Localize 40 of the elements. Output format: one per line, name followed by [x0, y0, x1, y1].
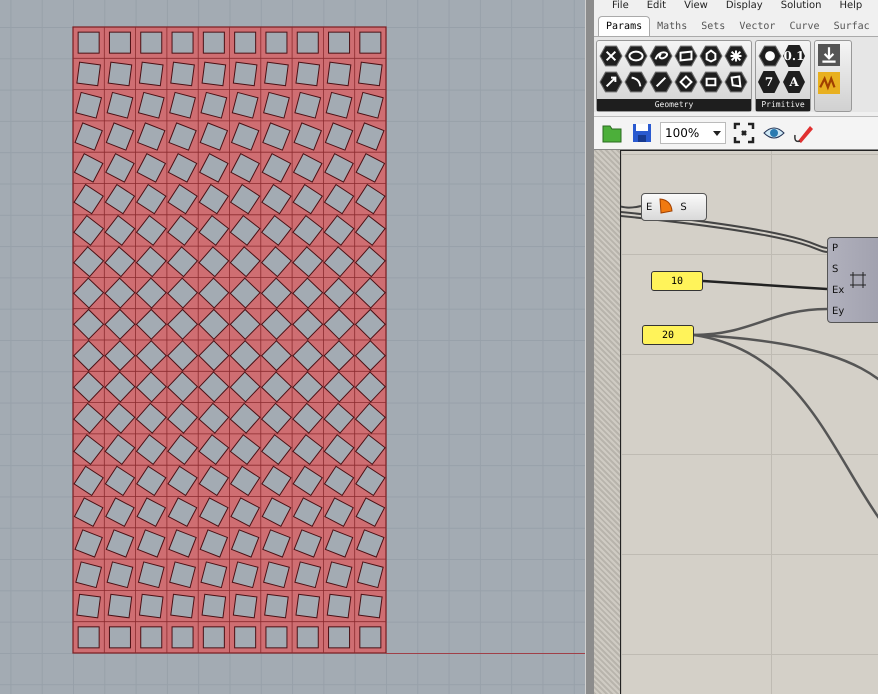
component-node[interactable]: P S Ex Ey — [827, 237, 878, 323]
panel-title: Primitive — [756, 99, 810, 111]
input-port[interactable]: Ey — [832, 306, 844, 317]
line-icon[interactable] — [649, 71, 673, 93]
number-node[interactable]: 20 — [642, 325, 694, 345]
input-port[interactable]: P — [832, 243, 844, 254]
tab[interactable]: Sets — [694, 17, 732, 36]
wave-icon[interactable] — [818, 72, 840, 94]
caret-icon — [713, 130, 721, 136]
parameter-button[interactable]: 7 — [758, 71, 780, 93]
cross-icon[interactable] — [599, 45, 623, 67]
arrow-icon[interactable] — [599, 71, 623, 93]
menu-item[interactable]: Solution — [780, 0, 822, 12]
tab[interactable]: Params — [598, 16, 650, 36]
menu-item[interactable]: Help — [839, 0, 862, 12]
input-port[interactable]: Ex — [832, 285, 844, 296]
input-port[interactable]: S — [832, 264, 844, 275]
zoom-extents-icon[interactable] — [732, 121, 756, 145]
tab[interactable]: Maths — [650, 17, 694, 36]
input-port[interactable]: E — [646, 202, 652, 212]
diamond-icon[interactable] — [674, 71, 698, 93]
menu-item[interactable]: Edit — [646, 0, 666, 12]
output-port[interactable]: S — [680, 202, 687, 212]
panel-title: Geometry — [597, 99, 751, 111]
menu-item[interactable]: View — [684, 0, 708, 12]
save-icon[interactable] — [630, 121, 654, 145]
zoom-dropdown[interactable]: 100% — [660, 122, 726, 144]
number-node[interactable]: 10 — [651, 271, 703, 291]
parameter-button[interactable]: 0.1 — [783, 45, 805, 67]
tab[interactable]: Surfac — [826, 17, 877, 36]
arc-icon[interactable] — [624, 71, 648, 93]
surface-icon[interactable] — [724, 71, 748, 93]
tab[interactable]: Curve — [782, 17, 827, 36]
spiral-icon[interactable] — [649, 45, 673, 67]
component-node[interactable]: E S — [641, 193, 707, 221]
tab[interactable]: Vector — [732, 17, 782, 36]
menu-item[interactable]: File — [612, 0, 629, 12]
menu-item[interactable]: Display — [726, 0, 763, 12]
parameter-button[interactable]: A — [783, 71, 805, 93]
download-icon[interactable] — [818, 44, 840, 66]
